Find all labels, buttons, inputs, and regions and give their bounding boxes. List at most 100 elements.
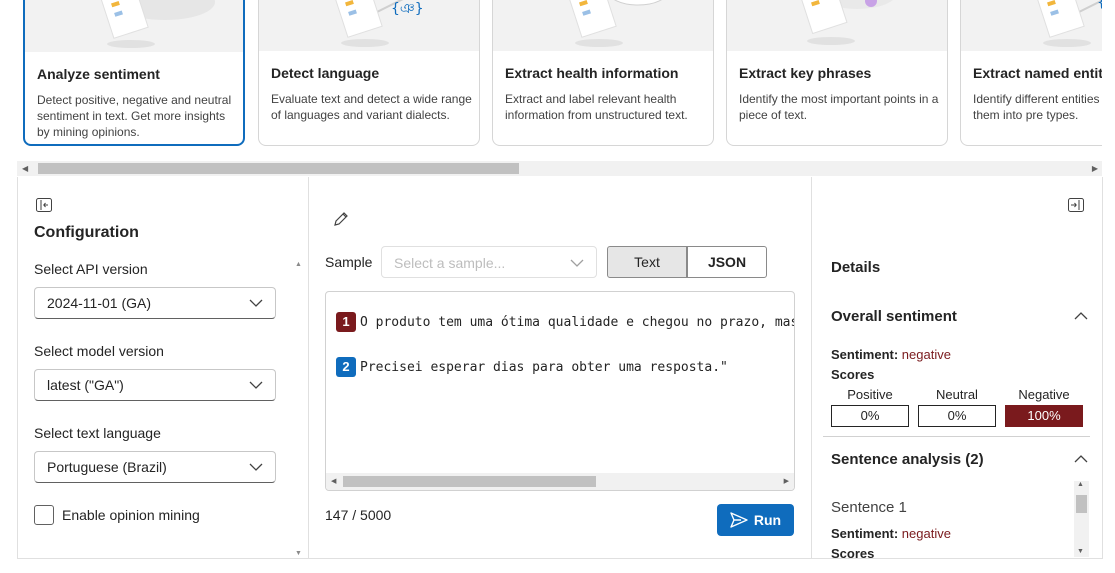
edit-pencil-icon[interactable] <box>332 210 350 228</box>
card-title: Analyze sentiment <box>37 66 160 82</box>
details-title: Details <box>831 259 881 276</box>
text-language-label: Select text language <box>34 425 161 441</box>
scroll-left-arrow-icon[interactable]: ◀ <box>22 164 28 173</box>
overall-sentiment-title: Overall sentiment <box>831 308 957 325</box>
card-extract-key-phrases[interactable]: Extract key phrases Identify the most im… <box>726 0 948 146</box>
card-title: Extract key phrases <box>739 65 872 81</box>
scroll-right-arrow-icon[interactable]: ▶ <box>1092 164 1098 173</box>
details-panel: Details Overall sentiment Sentiment: neg… <box>811 177 1103 561</box>
scrollbar-thumb[interactable] <box>38 163 519 174</box>
section-divider <box>823 436 1090 437</box>
card-title: Detect language <box>271 65 380 81</box>
scroll-down-arrow-icon[interactable]: ▼ <box>1077 548 1084 555</box>
send-icon <box>730 512 748 528</box>
text-tab-button[interactable]: Text <box>607 246 687 278</box>
text-input-panel: Sample Select a sample... Text JSON 1 O … <box>309 177 811 559</box>
scenario-card-carousel: Analyze sentiment Detect positive, negat… <box>17 0 1102 160</box>
score-label: Negative <box>1018 387 1070 402</box>
card-illustration: { <box>961 0 1102 51</box>
card-description: Identify the most important points in a … <box>739 92 939 122</box>
configuration-panel: Configuration Select API version 2024-11… <box>17 177 309 559</box>
scrollbar-thumb[interactable] <box>343 476 596 487</box>
card-description: Extract and label relevant health inform… <box>505 92 688 122</box>
card-extract-health-information[interactable]: Extract health information Extract and l… <box>492 0 714 146</box>
sentence-1-title: Sentence 1 <box>831 499 907 516</box>
card-detect-language[interactable]: {ঞ} Detect language Evaluate text and de… <box>258 0 480 146</box>
card-title: Extract named entiti <box>973 65 1102 81</box>
score-value: 100% <box>1005 405 1083 427</box>
card-illustration <box>727 0 947 51</box>
api-version-label: Select API version <box>34 261 148 277</box>
opinion-mining-label: Enable opinion mining <box>62 507 200 523</box>
card-analyze-sentiment[interactable]: Analyze sentiment Detect positive, negat… <box>23 0 245 146</box>
line-text: Precisei esperar dias para obter uma res… <box>360 359 728 375</box>
sentence-analysis-title: Sentence analysis (2) <box>831 451 984 468</box>
sample-label: Sample <box>325 254 373 270</box>
configuration-title: Configuration <box>34 224 139 241</box>
chevron-down-icon <box>570 259 584 267</box>
line-number-badge: 1 <box>336 312 356 332</box>
text-editor[interactable]: 1 O produto tem uma ótima qualidade e ch… <box>325 291 795 491</box>
run-button[interactable]: Run <box>717 504 794 536</box>
scroll-up-arrow-icon[interactable]: ▲ <box>295 261 302 268</box>
sample-dropdown[interactable]: Select a sample... <box>381 246 597 278</box>
svg-text:{ঞ}: {ঞ} <box>391 1 424 17</box>
details-vertical-scrollbar[interactable]: ▲ ▼ <box>1074 481 1089 557</box>
sample-placeholder: Select a sample... <box>394 255 506 271</box>
scroll-down-arrow-icon[interactable]: ▼ <box>295 550 302 557</box>
card-title: Extract health information <box>505 65 679 81</box>
scrollbar-thumb[interactable] <box>1076 495 1087 513</box>
config-vertical-scrollbar[interactable]: ▲ ▼ <box>292 261 307 557</box>
sentiment-value: negative <box>901 526 951 541</box>
sentence-1-scores-label: Scores <box>831 546 875 561</box>
scores-label: Scores <box>831 367 875 382</box>
card-illustration <box>493 0 713 51</box>
json-tab-button[interactable]: JSON <box>687 246 767 278</box>
api-version-value: 2024-11-01 (GA) <box>47 295 152 311</box>
card-description: Identify different entities categorize t… <box>973 92 1102 122</box>
api-version-dropdown[interactable]: 2024-11-01 (GA) <box>34 287 276 319</box>
score-positive: Positive 0% <box>831 387 909 427</box>
editor-line: 2 Precisei esperar dias para obter uma r… <box>336 357 728 377</box>
line-text: O produto tem uma ótima qualidade e cheg… <box>360 314 795 330</box>
card-description: Evaluate text and detect a wide range of… <box>271 92 472 122</box>
run-label: Run <box>753 512 782 528</box>
opinion-mining-checkbox[interactable] <box>34 505 54 525</box>
text-language-dropdown[interactable]: Portuguese (Brazil) <box>34 451 276 483</box>
scroll-left-arrow-icon[interactable]: ◀ <box>331 477 336 485</box>
chevron-down-icon <box>249 463 263 471</box>
card-illustration <box>25 0 243 52</box>
expand-panel-icon[interactable] <box>1067 196 1085 214</box>
line-number-badge: 2 <box>336 357 356 377</box>
sentiment-key: Sentiment: <box>831 526 899 541</box>
scroll-up-arrow-icon[interactable]: ▲ <box>1077 481 1084 488</box>
character-count: 147 / 5000 <box>325 507 392 523</box>
collapse-panel-icon[interactable] <box>35 196 53 214</box>
model-version-value: latest ("GA") <box>47 377 124 393</box>
scroll-right-arrow-icon[interactable]: ▶ <box>784 477 789 485</box>
model-version-label: Select model version <box>34 343 164 359</box>
sentiment-value: negative <box>901 347 951 362</box>
text-language-value: Portuguese (Brazil) <box>47 459 167 475</box>
chevron-down-icon <box>249 299 263 307</box>
model-version-dropdown[interactable]: latest ("GA") <box>34 369 276 401</box>
chevron-down-icon <box>249 381 263 389</box>
chevron-up-icon[interactable] <box>1074 311 1088 321</box>
card-illustration: {ঞ} <box>259 0 479 51</box>
svg-text:{: { <box>1097 0 1102 11</box>
card-description: Detect positive, negative and neutral se… <box>37 93 232 139</box>
sentiment-key: Sentiment: <box>831 347 899 362</box>
score-label: Neutral <box>936 387 978 402</box>
editor-horizontal-scrollbar[interactable]: ◀ ▶ <box>326 473 794 490</box>
card-extract-named-entities[interactable]: { Extract named entiti Identify differen… <box>960 0 1102 146</box>
score-label: Positive <box>847 387 893 402</box>
score-value: 0% <box>831 405 909 427</box>
score-neutral: Neutral 0% <box>918 387 996 427</box>
score-negative: Negative 100% <box>1005 387 1083 427</box>
overall-sentiment-row: Sentiment: negative <box>831 347 951 362</box>
sentence-1-sentiment-row: Sentiment: negative <box>831 526 951 541</box>
score-value: 0% <box>918 405 996 427</box>
chevron-up-icon[interactable] <box>1074 454 1088 464</box>
carousel-horizontal-scrollbar[interactable]: ◀ ▶ <box>17 161 1102 176</box>
editor-line: 1 O produto tem uma ótima qualidade e ch… <box>336 312 795 332</box>
